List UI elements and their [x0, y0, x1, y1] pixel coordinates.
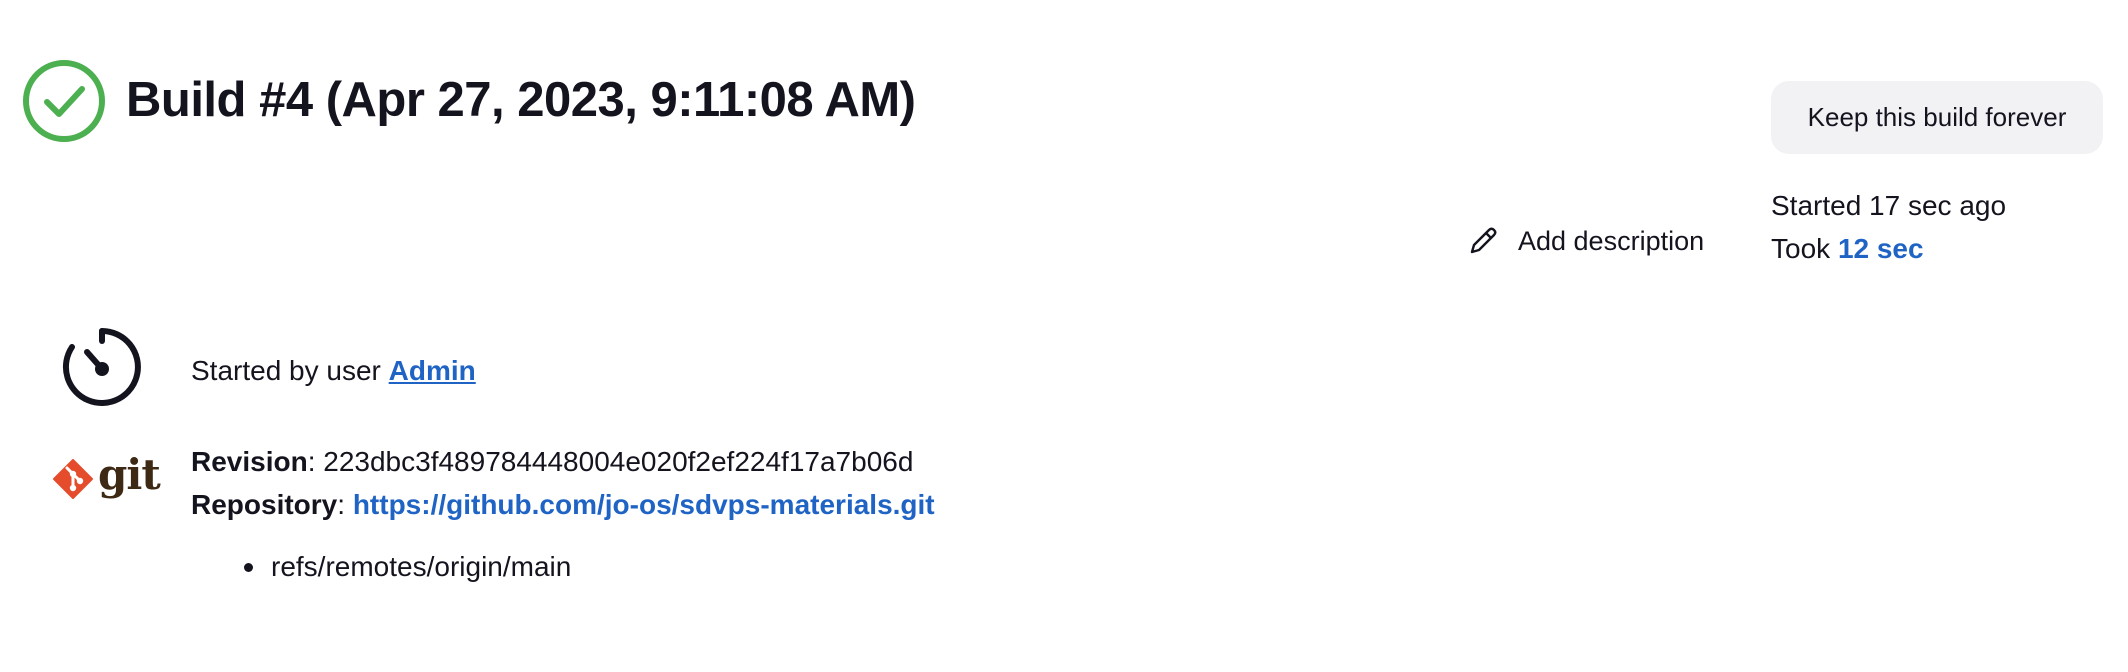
- build-timing: Started 17 sec ago Took 12 sec: [1771, 184, 2006, 270]
- success-check-icon: [23, 60, 105, 142]
- build-cause: Started by user Admin: [191, 355, 476, 387]
- branch-list: refs/remotes/origin/main: [244, 551, 571, 583]
- revision-line: Revision: 223dbc3f489784448004e020f2ef22…: [191, 446, 914, 477]
- pencil-icon: [1470, 227, 1497, 254]
- build-page: Build #4 (Apr 27, 2023, 9:11:08 AM) Keep…: [0, 0, 2128, 672]
- timer-icon: [62, 328, 141, 406]
- took-line: Took 12 sec: [1771, 227, 2006, 270]
- user-link[interactable]: Admin: [389, 355, 476, 386]
- scm-info: Revision: 223dbc3f489784448004e020f2ef22…: [191, 440, 935, 526]
- add-description-label: Add description: [1518, 225, 1705, 256]
- branch-name: refs/remotes/origin/main: [271, 551, 572, 582]
- revision-label: Revision: [191, 446, 308, 477]
- build-duration-link[interactable]: 12 sec: [1838, 233, 1924, 264]
- repository-label: Repository: [191, 489, 338, 520]
- repository-link[interactable]: https://github.com/jo-os/sdvps-materials…: [353, 489, 935, 520]
- git-logo-text: git: [98, 450, 161, 499]
- took-prefix: Took: [1771, 233, 1831, 264]
- keep-build-forever-button[interactable]: Keep this build forever: [1771, 81, 2103, 154]
- repository-line: Repository: https://github.com/jo-os/sdv…: [191, 489, 935, 520]
- list-item: refs/remotes/origin/main: [244, 551, 571, 583]
- bullet-dot: [244, 562, 253, 572]
- git-diamond-icon: [53, 459, 93, 499]
- add-description-button[interactable]: Add description: [1466, 224, 1704, 258]
- page-title: Build #4 (Apr 27, 2023, 9:11:08 AM): [126, 73, 916, 127]
- started-ago-text: Started 17 sec ago: [1771, 190, 2007, 221]
- cause-prefix: Started by user: [191, 355, 381, 386]
- revision-value: 223dbc3f489784448004e020f2ef224f17a7b06d: [323, 446, 914, 477]
- git-logo-icon: git: [52, 454, 161, 500]
